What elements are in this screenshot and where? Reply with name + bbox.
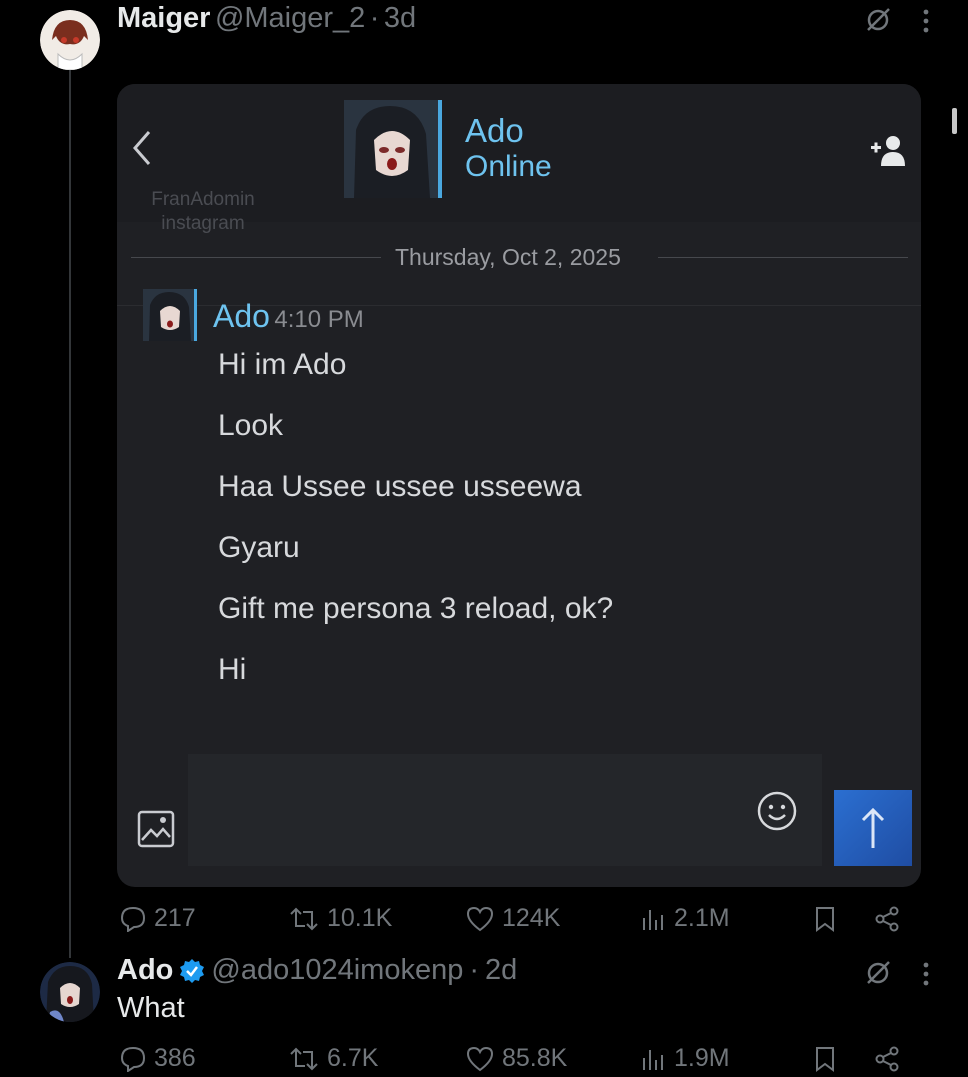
repost-button[interactable]: 6.7K	[289, 1044, 378, 1073]
repost-icon	[290, 907, 318, 930]
chat-contact-name: Ado	[465, 112, 524, 149]
maiger-avatar[interactable]	[40, 10, 100, 70]
repost-icon	[290, 1047, 318, 1070]
views-button[interactable]: 1.9M	[640, 1044, 730, 1073]
add-friend-icon	[869, 134, 905, 171]
like-button[interactable]: 124K	[466, 904, 560, 933]
tweet2-text: What	[117, 992, 185, 1024]
tweet2-separator-dot: ·	[469, 954, 479, 986]
heart-icon	[466, 906, 494, 931]
share-icon[interactable]	[874, 906, 900, 937]
image-attach-icon	[137, 810, 175, 853]
chat-message: Gyaru	[218, 531, 300, 564]
views-button[interactable]: 2.1M	[640, 904, 730, 933]
reply-icon	[120, 906, 146, 932]
views-chart-icon	[643, 1049, 663, 1070]
tweet2-author-name[interactable]: Ado	[117, 954, 173, 987]
chat-message: Hi im Ado	[218, 348, 347, 381]
verified-badge-icon	[179, 958, 205, 984]
reply-icon	[120, 1046, 146, 1072]
tweet1-author-handle[interactable]: @Maiger_2	[215, 2, 365, 34]
tweet1-timestamp[interactable]: 3d	[384, 2, 416, 34]
watermark-line2: instagram	[161, 213, 245, 234]
message-sender-name: Ado	[213, 298, 270, 334]
like-count: 124K	[502, 904, 561, 932]
chat-message: Hi	[218, 653, 247, 686]
scrollbar-thumb[interactable]	[952, 108, 957, 134]
share-icon[interactable]	[874, 1046, 900, 1077]
chat-message-input	[188, 754, 822, 866]
message-meta: Ado 4:10 PM	[213, 298, 364, 335]
views-chart-icon	[643, 909, 663, 930]
heart-icon	[466, 1046, 494, 1071]
chat-message: Gift me persona 3 reload, ok?	[218, 592, 614, 625]
tweet2-header: Ado @ado1024imokenp · 2d	[117, 954, 517, 987]
views-count: 2.1M	[674, 904, 730, 932]
repost-button[interactable]: 10.1K	[289, 904, 392, 933]
chat-message: Haa Ussee ussee usseewa	[218, 470, 582, 503]
back-chevron-icon	[129, 128, 155, 173]
emoji-icon	[757, 791, 797, 836]
watermark-line1: FranAdomin	[151, 189, 255, 210]
arrow-up-icon	[861, 807, 885, 848]
date-divider-right	[658, 257, 908, 258]
grok-icon[interactable]	[864, 5, 892, 38]
reply-button[interactable]: 386	[120, 1044, 196, 1073]
views-count: 1.9M	[674, 1044, 730, 1072]
like-count: 85.8K	[502, 1044, 568, 1072]
tweet1-author-name[interactable]: Maiger	[117, 2, 210, 34]
reply-button[interactable]: 217	[120, 904, 196, 933]
tweet2-timestamp[interactable]: 2d	[485, 954, 517, 987]
grok-icon[interactable]	[864, 958, 892, 991]
tweet1-header: Maiger @Maiger_2 · 3d	[117, 2, 416, 35]
bookmark-icon[interactable]	[814, 1046, 836, 1077]
thread-connector-line	[69, 70, 71, 958]
more-options-icon[interactable]	[918, 959, 934, 994]
reply-count: 217	[154, 904, 196, 932]
repost-count: 6.7K	[327, 1044, 379, 1072]
reply-count: 386	[154, 1044, 196, 1072]
chat-contact-avatar	[344, 100, 442, 198]
date-divider-left	[131, 257, 381, 258]
message-time: 4:10 PM	[274, 306, 364, 333]
ado-avatar[interactable]	[40, 962, 100, 1022]
more-options-icon[interactable]	[918, 6, 934, 41]
chat-message: Look	[218, 409, 284, 442]
send-button	[834, 790, 912, 866]
attached-image[interactable]: Ado Online FranAdomin instagram Thursday…	[117, 84, 921, 887]
date-divider-label: Thursday, Oct 2, 2025	[395, 244, 621, 270]
repost-count: 10.1K	[327, 904, 393, 932]
watermark: FranAdomin instagram	[141, 188, 265, 236]
chat-contact-status: Online	[465, 150, 552, 183]
tweet2-author-handle[interactable]: @ado1024imokenp	[211, 954, 463, 987]
like-button[interactable]: 85.8K	[466, 1044, 567, 1073]
bookmark-icon[interactable]	[814, 906, 836, 937]
tweet1-separator-dot: ·	[369, 2, 380, 34]
message-sender-avatar	[143, 289, 197, 341]
